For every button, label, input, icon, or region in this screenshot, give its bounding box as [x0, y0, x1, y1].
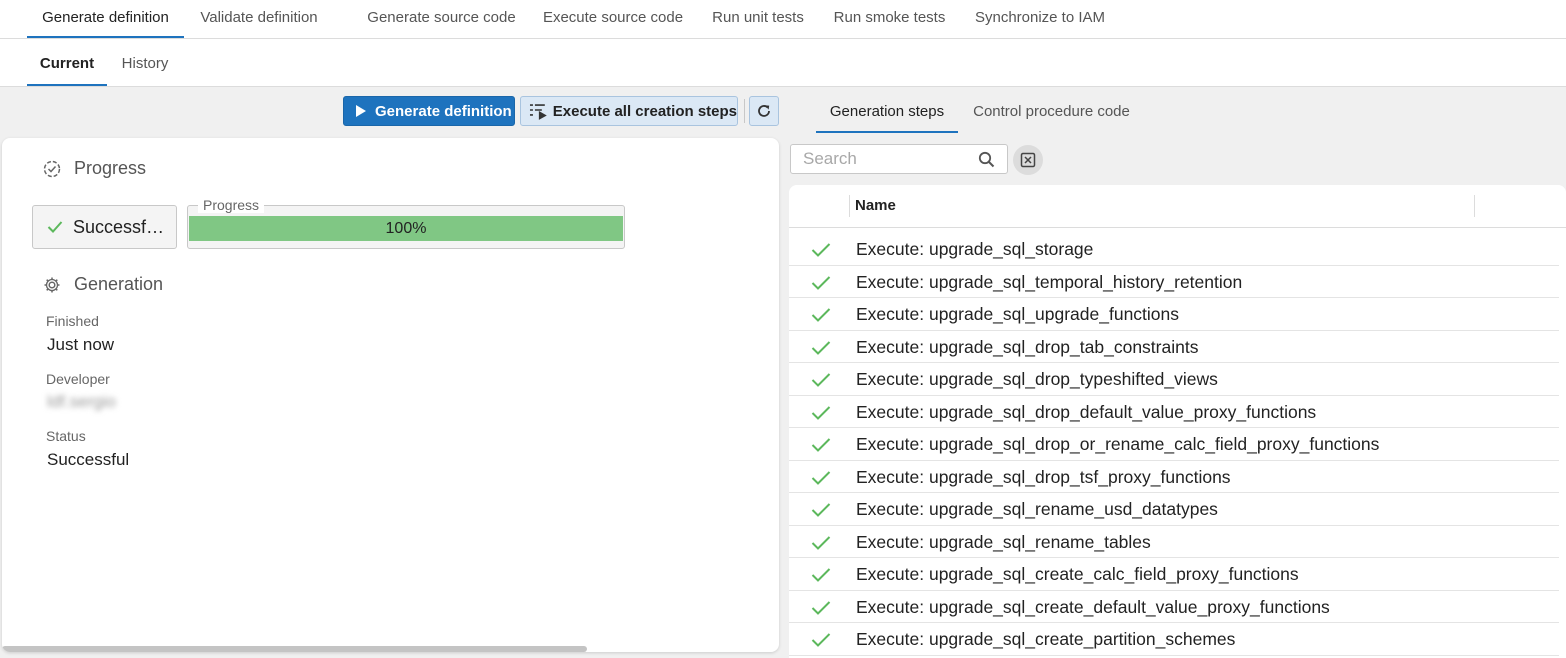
tab-execute-source-code[interactable]: Execute source code: [529, 0, 697, 38]
generation-title: Generation: [74, 274, 164, 294]
check-icon: [811, 503, 831, 517]
horizontal-scrollbar[interactable]: [2, 646, 587, 652]
table-row[interactable]: Execute: upgrade_sql_create_calc_field_p…: [789, 558, 1559, 591]
table-row[interactable]: Execute: upgrade_sql_drop_tsf_proxy_func…: [789, 461, 1559, 493]
step-name: Execute: upgrade_sql_create_partition_sc…: [856, 629, 1236, 649]
status-indicator: Successf…: [32, 205, 177, 249]
table-row[interactable]: Execute: upgrade_sql_drop_default_value_…: [789, 396, 1559, 428]
generate-definition-label: Generate definition: [375, 102, 512, 120]
table-row[interactable]: Execute: upgrade_sql_temporal_history_re…: [789, 266, 1559, 298]
step-name: Execute: upgrade_sql_upgrade_functions: [856, 304, 1180, 324]
progress-bar: 100%: [189, 216, 623, 241]
step-name: Execute: upgrade_sql_drop_default_value_…: [856, 401, 1317, 422]
step-name: Execute: upgrade_sql_create_default_valu…: [856, 596, 1330, 617]
finished-label: Finished: [46, 313, 99, 329]
check-icon: [811, 373, 831, 387]
generation-section-title: Generation: [42, 274, 163, 295]
grid-header: Name: [789, 185, 1566, 228]
status-label: Status: [46, 428, 86, 444]
search-field[interactable]: [790, 144, 1008, 174]
column-separator[interactable]: [1474, 195, 1475, 217]
progress-field: Progress 100%: [187, 197, 625, 249]
tab-run-unit-tests[interactable]: Run unit tests: [697, 0, 819, 38]
step-name: Execute: upgrade_sql_rename_tables: [856, 531, 1151, 552]
generate-definition-button[interactable]: Generate definition: [343, 96, 515, 126]
tab-synchronize-to-iam[interactable]: Synchronize to IAM: [960, 0, 1120, 38]
execute-all-creation-steps-button[interactable]: Execute all creation steps: [520, 96, 738, 126]
search-input[interactable]: [801, 148, 971, 170]
check-icon: [811, 340, 831, 355]
check-icon: [811, 535, 831, 550]
table-row[interactable]: Execute: upgrade_sql_storage: [789, 233, 1559, 266]
tab-validate-definition[interactable]: Validate definition: [184, 0, 334, 38]
column-separator[interactable]: [849, 195, 850, 217]
progress-icon: [43, 160, 61, 177]
progress-legend: Progress: [198, 197, 265, 213]
tab-generate-definition[interactable]: Generate definition: [27, 0, 184, 38]
gear-icon: [44, 277, 60, 292]
step-name: Execute: upgrade_sql_drop_or_rename_calc…: [856, 434, 1380, 454]
check-icon: [811, 568, 831, 582]
execute-list-icon: [529, 104, 547, 120]
tab-generation-steps[interactable]: Generation steps: [816, 88, 958, 133]
step-name: Execute: upgrade_sql_drop_tsf_proxy_func…: [856, 466, 1231, 487]
check-icon: [811, 600, 831, 615]
check-icon: [811, 308, 831, 322]
step-name: Execute: upgrade_sql_create_calc_field_p…: [856, 564, 1299, 584]
clear-search-button[interactable]: [1013, 145, 1043, 175]
table-row[interactable]: Execute: upgrade_sql_create_default_valu…: [789, 591, 1559, 623]
tab-control-procedure-code[interactable]: Control procedure code: [958, 88, 1145, 133]
progress-section-title: Progress: [42, 158, 146, 179]
status-value: Successful: [47, 450, 130, 469]
generation-steps-grid: Name Execute: upgrade_sql_storage Execute…: [789, 185, 1566, 658]
table-row[interactable]: Execute: upgrade_sql_create_partition_sc…: [789, 623, 1559, 656]
refresh-icon: [758, 105, 770, 117]
table-row[interactable]: Execute: upgrade_sql_upgrade_functions: [789, 298, 1559, 331]
progress-percent: 100%: [385, 220, 427, 237]
sub-tab-bar: Current History: [0, 39, 1566, 87]
column-header-name[interactable]: Name: [855, 185, 896, 227]
check-icon: [811, 275, 831, 290]
refresh-button[interactable]: [749, 96, 779, 126]
execute-all-label: Execute all creation steps: [552, 102, 737, 120]
details-panel: Progress Successf… Progress 100% Generat…: [2, 138, 779, 652]
developer-value: ldf.sergio: [47, 392, 116, 411]
step-name: Execute: upgrade_sql_temporal_history_re…: [856, 271, 1243, 292]
tab-history[interactable]: History: [107, 39, 183, 86]
check-icon: [811, 470, 831, 485]
table-row[interactable]: Execute: upgrade_sql_drop_or_rename_calc…: [789, 428, 1559, 461]
check-icon: [47, 221, 63, 233]
toolbar-divider: [744, 99, 745, 123]
check-icon: [811, 405, 831, 420]
check-icon: [811, 243, 831, 257]
progress-title: Progress: [74, 158, 147, 178]
step-name: Execute: upgrade_sql_drop_tab_constraint…: [856, 336, 1199, 357]
status-text: Successf…: [73, 216, 165, 237]
table-row[interactable]: Execute: upgrade_sql_rename_tables: [789, 526, 1559, 558]
finished-value: Just now: [47, 335, 115, 354]
tab-run-smoke-tests[interactable]: Run smoke tests: [819, 0, 960, 38]
table-row[interactable]: Execute: upgrade_sql_rename_usd_datatype…: [789, 493, 1559, 526]
search-icon[interactable]: [978, 151, 995, 168]
step-name: Execute: upgrade_sql_rename_usd_datatype…: [856, 499, 1218, 519]
clear-icon: [1020, 152, 1036, 168]
step-name: Execute: upgrade_sql_drop_typeshifted_vi…: [856, 369, 1218, 389]
check-icon: [811, 438, 831, 452]
check-icon: [811, 633, 831, 647]
table-row[interactable]: Execute: upgrade_sql_drop_tab_constraint…: [789, 331, 1559, 363]
tab-generate-source-code[interactable]: Generate source code: [354, 0, 529, 38]
play-icon: [356, 105, 366, 117]
table-row[interactable]: Execute: upgrade_sql_drop_typeshifted_vi…: [789, 363, 1559, 396]
tab-current[interactable]: Current: [27, 39, 107, 86]
developer-label: Developer: [46, 371, 110, 387]
step-name: Execute: upgrade_sql_storage: [856, 239, 1094, 259]
top-tab-bar: Generate definition Validate definition …: [0, 0, 1566, 39]
